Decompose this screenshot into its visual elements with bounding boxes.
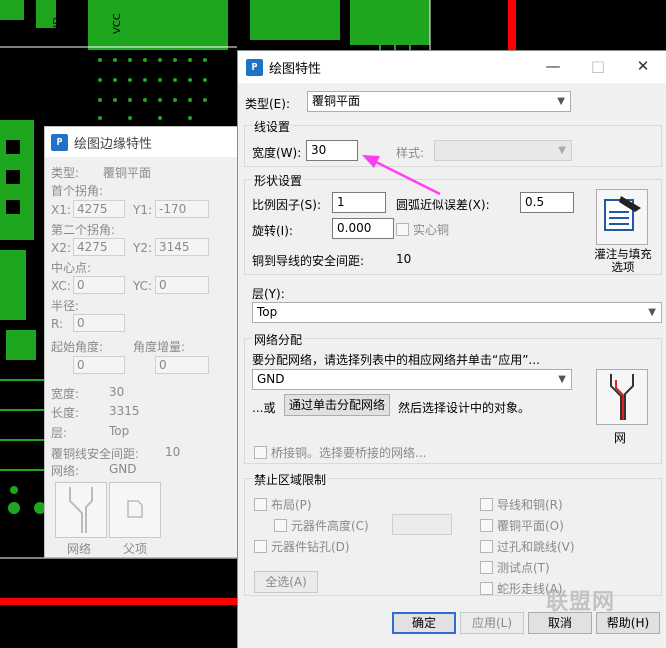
watermark-text: 联盟网	[546, 590, 616, 615]
annotation-arrow-icon	[362, 155, 441, 196]
